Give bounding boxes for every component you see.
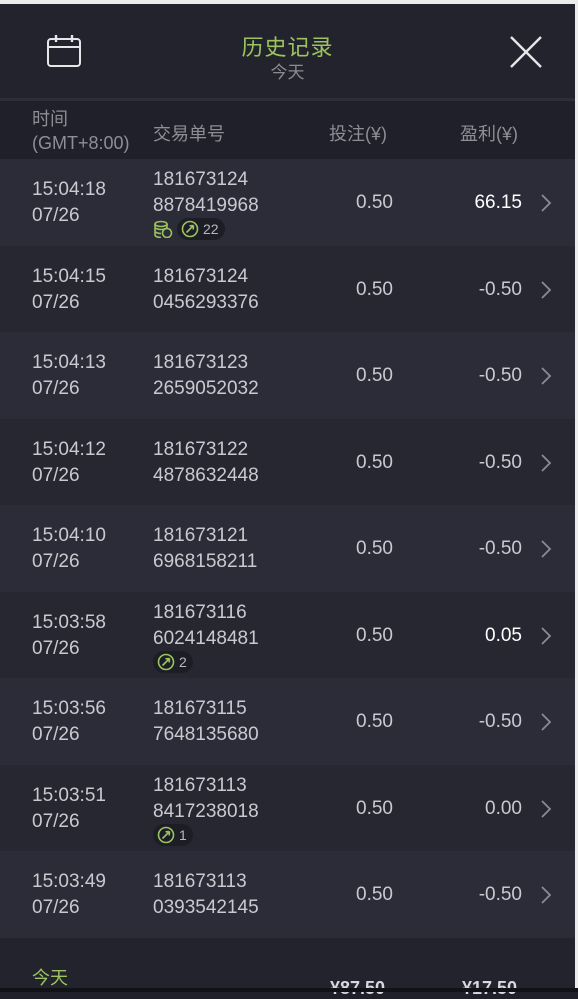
row-time: 15:04:18 xyxy=(32,179,106,200)
row-date: 07/26 xyxy=(32,291,80,313)
row-time: 15:03:51 xyxy=(32,784,106,806)
row-order-id: 181673116 xyxy=(153,601,247,623)
row-bet: 0.50 xyxy=(356,278,393,300)
row-date: 07/26 xyxy=(32,810,80,832)
row-time: 15:04:13 xyxy=(32,352,106,373)
row-order-id-2: 0456293376 xyxy=(153,291,259,313)
row-date: 07/26 xyxy=(32,464,80,486)
row-order-id-2: 4878632448 xyxy=(153,464,259,486)
history-row[interactable]: 15:04:15 07/26 181673124 0456293376 0.50 -0.5… xyxy=(0,245,575,332)
col-time-timezone: (GMT+8:00) xyxy=(32,133,130,153)
row-date: 07/26 xyxy=(32,551,80,572)
history-row[interactable]: 15:04:13 07/26 181673123 2659052032 0.50 -0.5… xyxy=(0,332,575,419)
row-order-id: 181673113 xyxy=(153,774,247,796)
row-profit: -0.50 xyxy=(478,711,522,732)
bottom-edge xyxy=(0,988,578,992)
row-order-id: 181673115 xyxy=(153,698,247,719)
history-row[interactable]: 15:04:12 07/26 181673122 4878632448 0.50 -0.5… xyxy=(0,418,575,505)
history-row[interactable]: 15:03:49 07/26 181673113 0393542145 0.50 -0.5… xyxy=(0,851,575,938)
badge-count: 22 xyxy=(203,221,219,237)
row-profit: -0.50 xyxy=(478,538,522,559)
row-order-id: 181673124 xyxy=(153,169,249,190)
spin-icon xyxy=(157,826,175,843)
free-spin-badge: 2 xyxy=(153,650,193,673)
col-order-header: 交易单号 xyxy=(153,124,225,144)
chevron-right-icon[interactable] xyxy=(540,453,552,472)
chevron-right-icon[interactable] xyxy=(540,367,552,385)
row-profit: 66.15 xyxy=(474,192,522,213)
row-bet: 0.50 xyxy=(356,538,393,559)
col-time-header: 时间 xyxy=(32,109,68,129)
spin-icon xyxy=(181,220,199,238)
row-order-id-2: 6024148481 xyxy=(153,627,259,649)
row-bet: 0.50 xyxy=(356,624,393,646)
row-time: 15:03:49 xyxy=(32,871,106,892)
row-order-id: 181673123 xyxy=(153,352,249,373)
row-badges: 22 xyxy=(153,218,225,240)
row-order-id-2: 8417238018 xyxy=(153,800,259,822)
row-profit: -0.50 xyxy=(478,365,522,386)
row-date: 07/26 xyxy=(32,637,80,659)
row-bet: 0.50 xyxy=(356,192,393,213)
row-profit: -0.50 xyxy=(478,451,522,473)
history-list: 15:04:18 07/26 181673124 8878419968 0.50 66.1… xyxy=(0,159,575,938)
row-time: 15:03:58 xyxy=(32,611,106,633)
row-date: 07/26 xyxy=(32,897,80,918)
header-bar: 历史记录 今天 xyxy=(0,4,575,98)
row-time: 15:04:10 xyxy=(32,525,106,546)
row-bet: 0.50 xyxy=(356,797,393,819)
row-order-id-2: 0393542145 xyxy=(153,897,259,918)
chevron-right-icon[interactable] xyxy=(540,540,552,558)
column-headers: 时间 (GMT+8:00) 交易单号 投注(¥) 盈利(¥) xyxy=(0,101,575,159)
row-order-id-2: 7648135680 xyxy=(153,724,259,745)
row-date: 07/26 xyxy=(32,205,80,226)
row-bet: 0.50 xyxy=(356,884,393,905)
chevron-right-icon[interactable] xyxy=(540,280,552,299)
row-order-id: 181673121 xyxy=(153,525,249,546)
row-order-id-2: 6968158211 xyxy=(153,551,258,572)
chevron-right-icon[interactable] xyxy=(540,194,552,212)
row-bet: 0.50 xyxy=(356,365,393,386)
row-order-id: 181673122 xyxy=(153,438,249,460)
coin-stack-icon xyxy=(154,220,173,238)
row-order-id: 181673113 xyxy=(153,871,247,892)
free-spin-badge: 1 xyxy=(153,823,193,846)
free-spin-badge: 22 xyxy=(177,218,225,240)
row-profit: -0.50 xyxy=(478,884,522,905)
history-row[interactable]: 15:04:18 07/26 181673124 8878419968 0.50 66.1… xyxy=(0,159,575,246)
col-profit-header: 盈利(¥) xyxy=(460,124,518,144)
chevron-right-icon[interactable] xyxy=(540,626,552,645)
row-bet: 0.50 xyxy=(356,451,393,473)
row-time: 15:04:15 xyxy=(32,265,106,287)
badge-count: 2 xyxy=(179,653,187,670)
chevron-right-icon[interactable] xyxy=(540,886,552,904)
row-bet: 0.50 xyxy=(356,711,393,732)
summary-label: 今天 xyxy=(32,968,68,988)
row-time: 15:04:12 xyxy=(32,438,106,460)
close-icon[interactable] xyxy=(508,34,544,70)
row-time: 15:03:56 xyxy=(32,698,106,719)
row-order-id: 181673124 xyxy=(153,265,249,287)
history-row[interactable]: 15:03:56 07/26 181673115 7648135680 0.50 -0.5… xyxy=(0,678,575,765)
col-bet-header: 投注(¥) xyxy=(329,124,387,144)
row-order-id-2: 2659052032 xyxy=(153,378,259,399)
chevron-right-icon[interactable] xyxy=(540,799,552,818)
row-order-id-2: 8878419968 xyxy=(153,195,259,216)
history-row[interactable]: 15:03:51 07/26 181673113 8417238018 0.50 0.00… xyxy=(0,764,575,851)
row-date: 07/26 xyxy=(32,378,80,399)
row-badges: 2 xyxy=(153,650,193,673)
spin-icon xyxy=(157,653,175,670)
row-profit: -0.50 xyxy=(478,278,522,300)
row-date: 07/26 xyxy=(32,724,80,745)
row-badges: 1 xyxy=(153,823,193,846)
row-profit: 0.05 xyxy=(485,624,522,646)
row-profit: 0.00 xyxy=(485,797,522,819)
badge-count: 1 xyxy=(179,826,187,843)
page-subtitle: 今天 xyxy=(270,63,305,82)
history-row[interactable]: 15:03:58 07/26 181673116 6024148481 0.50 0.05… xyxy=(0,591,575,678)
history-row[interactable]: 15:04:10 07/26 181673121 6968158211 0.50 -0.5… xyxy=(0,505,575,592)
chevron-right-icon[interactable] xyxy=(540,713,552,731)
